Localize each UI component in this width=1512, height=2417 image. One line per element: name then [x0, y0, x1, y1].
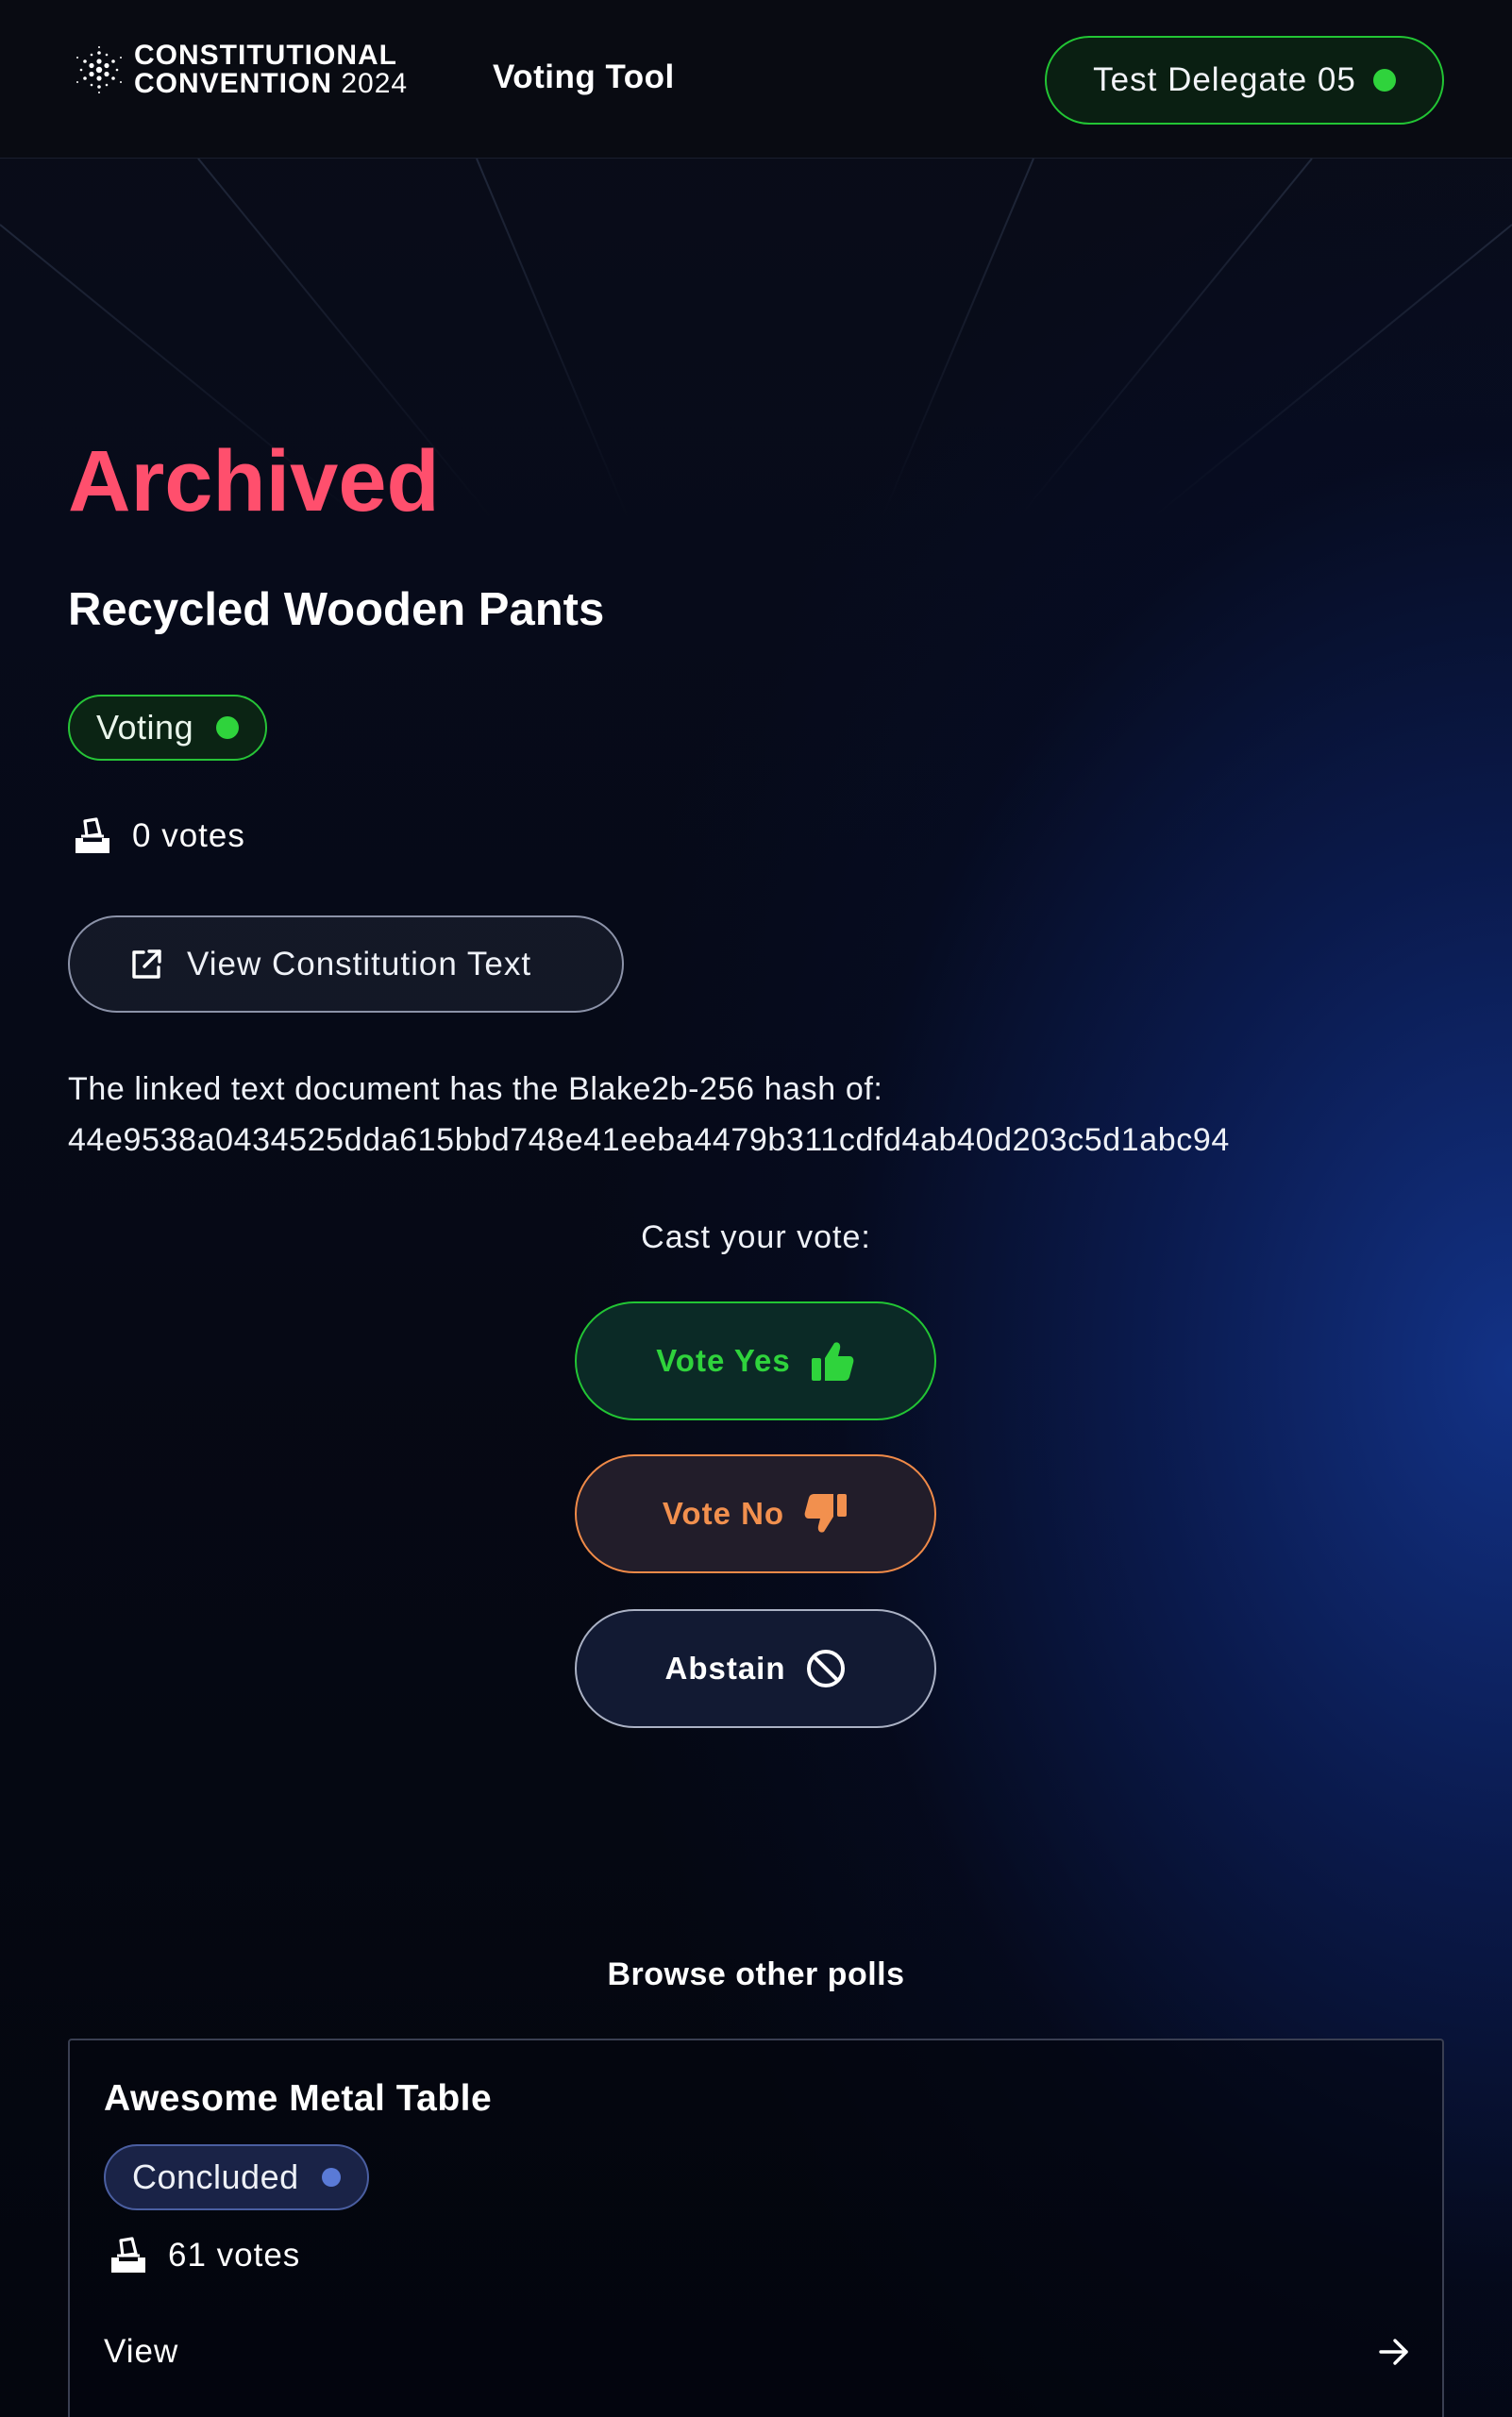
arrow-right-icon [1379, 2339, 1408, 2365]
external-link-icon [132, 948, 161, 979]
poll-card-status-badge: Concluded [104, 2144, 369, 2210]
view-constitution-text-label: View Constitution Text [187, 945, 532, 982]
convention-logo[interactable]: CONSTITUTIONAL CONVENTION 2024 [74, 42, 408, 98]
poll-state-heading: Archived [68, 433, 440, 529]
vote-no-label: Vote No [662, 1496, 785, 1531]
logo-year: 2024 [341, 68, 409, 99]
connected-status-dot [1372, 69, 1396, 92]
cast-vote-label: Cast your vote: [641, 1219, 871, 1255]
page: CONSTITUTIONAL CONVENTION 2024 Voting To… [0, 0, 1512, 2417]
thumbs-down-icon [804, 1494, 848, 1533]
logo-line-2-text: CONVENTION [134, 68, 333, 99]
view-constitution-text-button[interactable]: View Constitution Text [68, 915, 624, 1013]
cardano-logo-icon [76, 46, 122, 93]
logo-line-2: CONVENTION 2024 [134, 70, 408, 98]
logo-text: CONSTITUTIONAL CONVENTION 2024 [134, 42, 408, 98]
vote-no-button[interactable]: Vote No [575, 1454, 936, 1573]
poll-vote-count: 0 votes [72, 815, 245, 857]
browse-other-polls-heading: Browse other polls [607, 1956, 905, 1992]
vote-yes-button[interactable]: Vote Yes [575, 1301, 936, 1420]
poll-status-label: Voting [96, 708, 194, 747]
status-dot [216, 716, 240, 739]
hash-value: 44e9538a0434525dda615bbd748e41eeba4479b3… [68, 1122, 1230, 1158]
abstain-label: Abstain [664, 1651, 786, 1686]
prohibited-icon [806, 1650, 845, 1687]
poll-card-view-link[interactable]: View [104, 2333, 1412, 2371]
poll-card[interactable]: Awesome Metal Table Concluded 61 votes V… [68, 2039, 1444, 2417]
poll-card-vote-count-label: 61 votes [168, 2237, 301, 2274]
abstain-button[interactable]: Abstain [575, 1609, 936, 1728]
poll-title: Recycled Wooden Pants [68, 584, 605, 635]
poll-vote-count-label: 0 votes [132, 817, 245, 854]
poll-card-vote-count: 61 votes [108, 2235, 300, 2276]
poll-status-badge: Voting [68, 695, 268, 761]
vote-yes-label: Vote Yes [656, 1343, 791, 1378]
thumbs-up-icon [811, 1342, 854, 1381]
logo-line-1: CONSTITUTIONAL [134, 40, 397, 71]
ballot-box-icon [76, 817, 109, 853]
delegate-account-button[interactable]: Test Delegate 05 [1045, 36, 1444, 125]
ballot-box-icon [111, 2237, 145, 2273]
poll-card-title: Awesome Metal Table [104, 2078, 493, 2119]
poll-card-status-label: Concluded [132, 2157, 299, 2196]
tool-title[interactable]: Voting Tool [493, 59, 675, 96]
top-nav: CONSTITUTIONAL CONVENTION 2024 Voting To… [0, 0, 1512, 159]
hash-intro-text: The linked text document has the Blake2b… [68, 1071, 883, 1107]
poll-card-view-label: View [104, 2333, 179, 2370]
document-hash-info: The linked text document has the Blake2b… [68, 1064, 1230, 1166]
status-dot [321, 2168, 341, 2187]
delegate-label: Test Delegate 05 [1093, 61, 1356, 98]
